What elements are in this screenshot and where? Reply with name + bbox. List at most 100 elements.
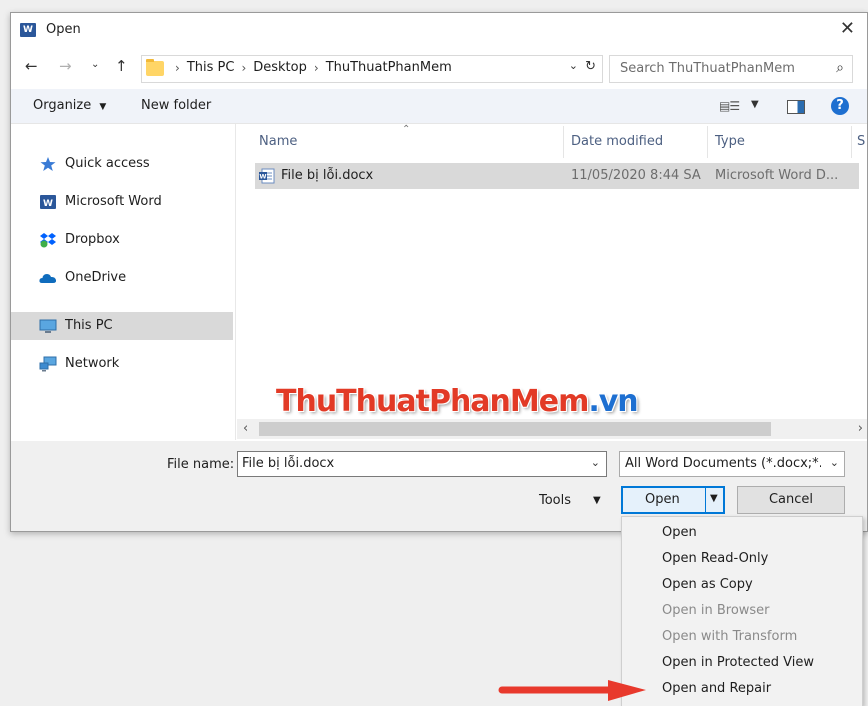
breadcrumb-chevron-icon: › [175,60,180,75]
table-row[interactable]: W File bị lỗi.docx 11/05/2020 8:44 SA Mi… [255,163,859,189]
back-arrow-icon[interactable]: ← [25,57,38,75]
window-title: Open [46,22,81,37]
search-icon[interactable]: ⌕ [836,60,844,76]
column-header-date-modified[interactable]: Date modified [571,134,663,149]
svg-text:W: W [259,173,266,181]
recent-locations-chevron-icon[interactable]: ⌄ [91,59,99,70]
file-name-cell: File bị lỗi.docx [281,168,374,183]
menu-item-open-as-copy[interactable]: Open as Copy [662,577,753,592]
column-divider[interactable] [707,126,708,158]
command-toolbar: Organize ▼ New folder ▤☰ ▼ ? [11,89,867,124]
sidebar-item-onedrive[interactable]: OneDrive [11,264,233,292]
menu-item-open-with-transform: Open with Transform [662,629,798,644]
column-header-type[interactable]: Type [715,134,745,149]
scroll-left-icon[interactable]: ‹ [243,421,248,436]
split-divider [705,488,706,512]
tools-dropdown-icon[interactable]: ▼ [593,495,601,506]
breadcrumb-this-pc[interactable]: This PC [187,60,235,75]
breadcrumb-chevron-icon[interactable]: › [314,61,319,75]
open-button-label: Open [645,492,680,507]
dropbox-icon [40,233,56,248]
chevron-down-icon: ▼ [99,102,107,112]
sidebar-item-label: OneDrive [65,270,127,285]
address-dropdown-icon[interactable]: ⌄ [569,59,578,72]
word-app-icon: W [20,23,36,37]
preview-pane-icon[interactable] [787,100,805,114]
sidebar-item-label: This PC [65,318,113,333]
sidebar-item-network[interactable]: Network [11,350,233,378]
breadcrumb-desktop[interactable]: Desktop [253,60,307,75]
red-arrow-annotation-icon [498,680,646,701]
close-icon[interactable]: ✕ [840,18,855,39]
sort-ascending-icon: ⌃ [402,124,411,135]
breadcrumb-thuthuatphanmem[interactable]: ThuThuatPhanMem [326,60,452,75]
menu-item-open-in-protected-view[interactable]: Open in Protected View [662,655,814,670]
breadcrumb: › This PC › Desktop › ThuThuatPhanMem [168,60,452,75]
file-name-input[interactable]: File bị lỗi.docx ⌄ [237,451,607,477]
watermark-part2: PhanMem [428,384,589,419]
chevron-down-icon: ⌄ [829,456,839,469]
new-folder-button[interactable]: New folder [141,98,211,113]
open-dropdown-icon[interactable]: ▼ [710,493,718,504]
sidebar-item-label: Dropbox [65,232,120,247]
column-header-size[interactable]: S [857,134,865,149]
column-header-name[interactable]: Name [259,134,297,149]
file-type-cell: Microsoft Word D... [715,168,839,183]
folder-icon [146,59,164,76]
menu-item-open-and-repair[interactable]: Open and Repair [662,681,771,696]
up-arrow-icon[interactable]: ↑ [115,57,128,75]
refresh-icon[interactable]: ↻ [585,59,596,74]
word-document-icon: W [259,168,275,184]
file-name-label: File name: [167,457,235,472]
network-icon [39,356,57,372]
computer-icon [39,319,57,333]
cancel-button[interactable]: Cancel [737,486,845,514]
star-icon [40,157,56,171]
watermark-part3: .vn [588,384,638,419]
sidebar-item-dropbox[interactable]: Dropbox [11,226,233,254]
chevron-down-icon[interactable]: ⌄ [591,456,600,469]
search-box[interactable]: Search ThuThuatPhanMem ⌕ [609,55,853,83]
word-icon: W [40,195,56,209]
address-bar[interactable]: › This PC › Desktop › ThuThuatPhanMem ⌄ … [141,55,603,83]
navigation-bar: ← → ⌄ ↑ › This PC › Desktop › ThuThuatPh… [11,53,867,83]
navigation-pane: Quick access W Microsoft Word Dropbox On… [11,124,235,440]
svg-text:W: W [43,199,53,209]
scroll-right-icon[interactable]: › [858,421,863,436]
menu-item-open-in-browser: Open in Browser [662,603,770,618]
sidebar-item-label: Microsoft Word [65,194,162,209]
organize-label: Organize [33,98,92,113]
pane-splitter[interactable] [235,124,236,440]
help-icon[interactable]: ? [831,97,849,115]
sidebar-item-quick-access[interactable]: Quick access [11,150,233,178]
menu-item-open-read-only[interactable]: Open Read-Only [662,551,768,566]
sidebar-item-label: Quick access [65,156,150,171]
sidebar-item-this-pc[interactable]: This PC [11,312,233,340]
sidebar-item-microsoft-word[interactable]: W Microsoft Word [11,188,233,216]
forward-arrow-icon[interactable]: → [59,57,72,75]
cancel-button-label: Cancel [768,492,814,507]
file-name-value: File bị lỗi.docx [242,456,335,471]
menu-item-open[interactable]: Open [662,525,697,540]
file-date-cell: 11/05/2020 8:44 SA [571,168,701,183]
cloud-icon [39,274,57,283]
column-divider[interactable] [563,126,564,158]
organize-button[interactable]: Organize ▼ [33,98,106,113]
watermark-part1: ThuThuat [276,384,430,419]
view-dropdown-icon[interactable]: ▼ [751,99,759,110]
open-button[interactable]: Open ▼ [621,486,725,514]
open-options-menu: Open Open Read-Only Open as Copy Open in… [621,516,863,706]
search-placeholder: Search ThuThuatPhanMem [620,61,795,76]
watermark-logo: ThuThuatPhanMem.vn [276,384,639,419]
sidebar-item-label: Network [65,356,120,371]
horizontal-scrollbar[interactable]: ‹ › [237,419,867,439]
scrollbar-thumb[interactable] [259,422,771,436]
tools-button[interactable]: Tools [539,493,571,508]
column-divider[interactable] [851,126,852,158]
file-list: ⌃ Name Date modified Type S W File bị lỗ… [237,124,867,416]
view-options-icon[interactable]: ▤☰ [719,99,740,113]
file-type-value: All Word Documents (*.docx;*.docm) [625,456,821,471]
title-bar: W Open ✕ [11,13,867,49]
file-type-select[interactable]: All Word Documents (*.docx;*.docm) ⌄ [619,451,845,477]
breadcrumb-chevron-icon[interactable]: › [241,61,246,75]
